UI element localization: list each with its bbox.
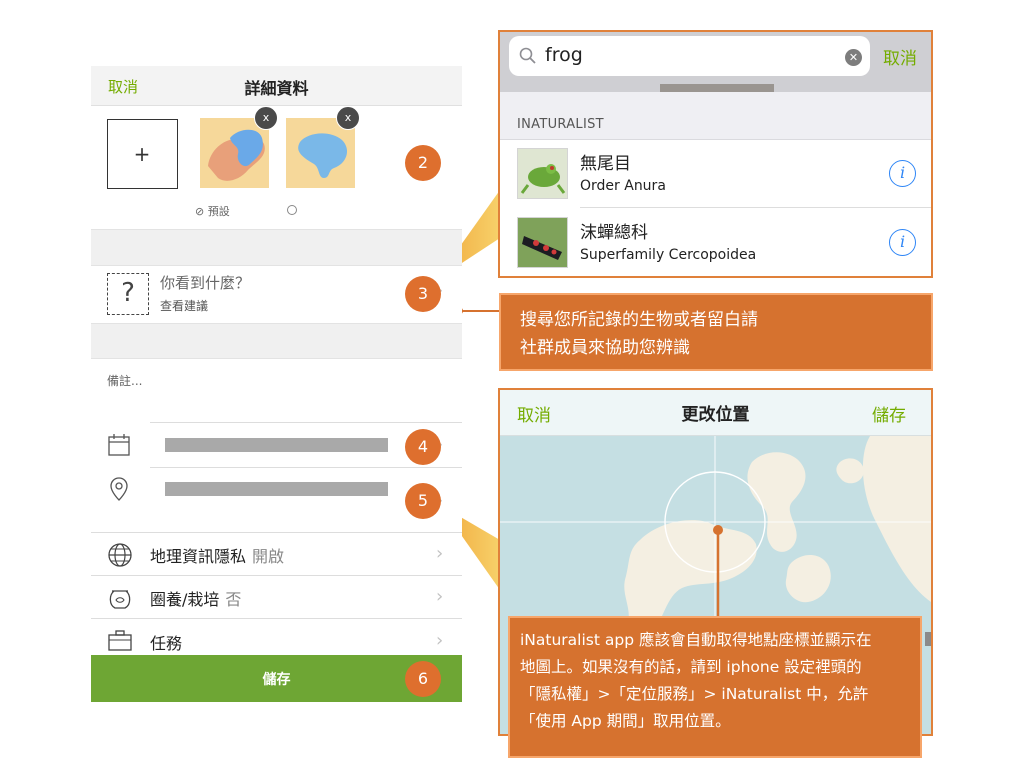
- default-photo-label: ⊘ 預設: [195, 205, 230, 218]
- location-pin-head: [713, 525, 723, 535]
- tree-frog-image: [518, 149, 567, 198]
- search-callout: 搜尋您所記錄的生物或者留白請 社群成員來協助您辨識: [499, 293, 933, 371]
- step-marker-4: 4: [405, 429, 441, 465]
- location-pin-icon: [110, 477, 128, 501]
- step-marker-5: 5: [405, 483, 441, 519]
- row-divider: [91, 575, 462, 576]
- callout-line: 「隱私權」>「定位服務」> iNaturalist 中，允許: [520, 685, 869, 703]
- row-label: 圈養/栽培否: [150, 590, 242, 609]
- question-icon: ?: [107, 273, 149, 315]
- map-save-button[interactable]: 儲存: [872, 401, 906, 426]
- photo-thumbnail[interactable]: [200, 118, 269, 188]
- default-photo-radio[interactable]: [287, 205, 297, 215]
- clear-icon[interactable]: ✕: [845, 49, 862, 66]
- callout-line: 地圖上。如果沒有的話，請到 iphone 設定裡頭的: [520, 658, 862, 676]
- row-divider: [150, 422, 462, 423]
- chevron-right-icon: ›: [436, 586, 444, 607]
- taxon-scientific-name: Superfamily Cercopoidea: [580, 247, 757, 263]
- nav-bar: 取消 詳細資料: [91, 66, 462, 106]
- taxon-photo: [517, 217, 568, 268]
- globe-icon: [108, 543, 132, 567]
- frog-sketch-image: [208, 129, 265, 181]
- row-label: 地理資訊隱私 開啟: [150, 547, 285, 566]
- callout-line: 「使用 App 期間」取用位置。: [520, 712, 731, 730]
- date-value-redacted[interactable]: [165, 438, 388, 452]
- chevron-right-icon: ›: [436, 630, 444, 651]
- results-section-header: INATURALIST: [500, 92, 931, 140]
- froghopper-image: [518, 218, 567, 267]
- species-search-screen: frog ✕ 取消 INATURALIST 無尾目 Order Anura i: [498, 30, 933, 278]
- search-input[interactable]: frog ✕: [509, 36, 870, 76]
- notes-field[interactable]: 備註...: [107, 372, 142, 389]
- callout-line: 搜尋您所記錄的生物或者留白請: [520, 310, 758, 330]
- identify-subtitle[interactable]: 查看建議: [160, 297, 208, 314]
- row-divider: [150, 467, 462, 468]
- search-cancel-button[interactable]: 取消: [883, 44, 917, 69]
- taxon-common-name: 沫蟬總科: [580, 223, 648, 243]
- callout-line: iNaturalist app 應該會自動取得地點座標並顯示在: [520, 631, 872, 649]
- info-icon[interactable]: i: [889, 229, 916, 256]
- taxon-scientific-name: Order Anura: [580, 178, 666, 194]
- row-divider: [580, 207, 931, 208]
- add-photo-button[interactable]: +: [107, 119, 178, 189]
- page-title: 詳細資料: [244, 79, 309, 98]
- remove-photo-button[interactable]: x: [336, 106, 360, 130]
- row-divider: [91, 618, 462, 619]
- identify-title[interactable]: 你看到什麼？: [160, 272, 250, 293]
- map-title: 更改位置: [681, 405, 750, 425]
- remove-photo-button[interactable]: x: [254, 106, 278, 130]
- callout-line: 社群成員來協助您辨識: [520, 338, 690, 358]
- row-value: 開啟: [252, 547, 285, 566]
- search-icon: [519, 47, 536, 64]
- step-marker-3: 3: [405, 276, 441, 312]
- row-value: 否: [225, 590, 242, 609]
- briefcase-icon: [108, 630, 132, 651]
- taxon-photo: [517, 148, 568, 199]
- row-label: 任務: [150, 634, 183, 653]
- taxon-common-name: 無尾目: [580, 154, 631, 174]
- calendar-icon: [108, 434, 130, 456]
- location-callout: iNaturalist app 應該會自動取得地點座標並顯示在 地圖上。如果沒有…: [508, 616, 922, 758]
- info-icon[interactable]: i: [889, 160, 916, 187]
- plus-icon: +: [133, 142, 151, 166]
- map-edge-marker: [925, 632, 931, 646]
- section-divider: [91, 229, 462, 266]
- search-query: frog: [545, 44, 583, 66]
- step-marker-2: 2: [405, 145, 441, 181]
- section-divider: [91, 323, 462, 359]
- fishbowl-icon: [109, 590, 131, 609]
- map-nav-bar: 取消 更改位置 儲存: [500, 390, 931, 436]
- search-bar-area: frog ✕ 取消: [500, 32, 931, 93]
- chevron-right-icon: ›: [436, 543, 444, 564]
- row-divider: [91, 532, 462, 533]
- location-value-redacted[interactable]: [165, 482, 388, 496]
- step-marker-6: 6: [405, 661, 441, 697]
